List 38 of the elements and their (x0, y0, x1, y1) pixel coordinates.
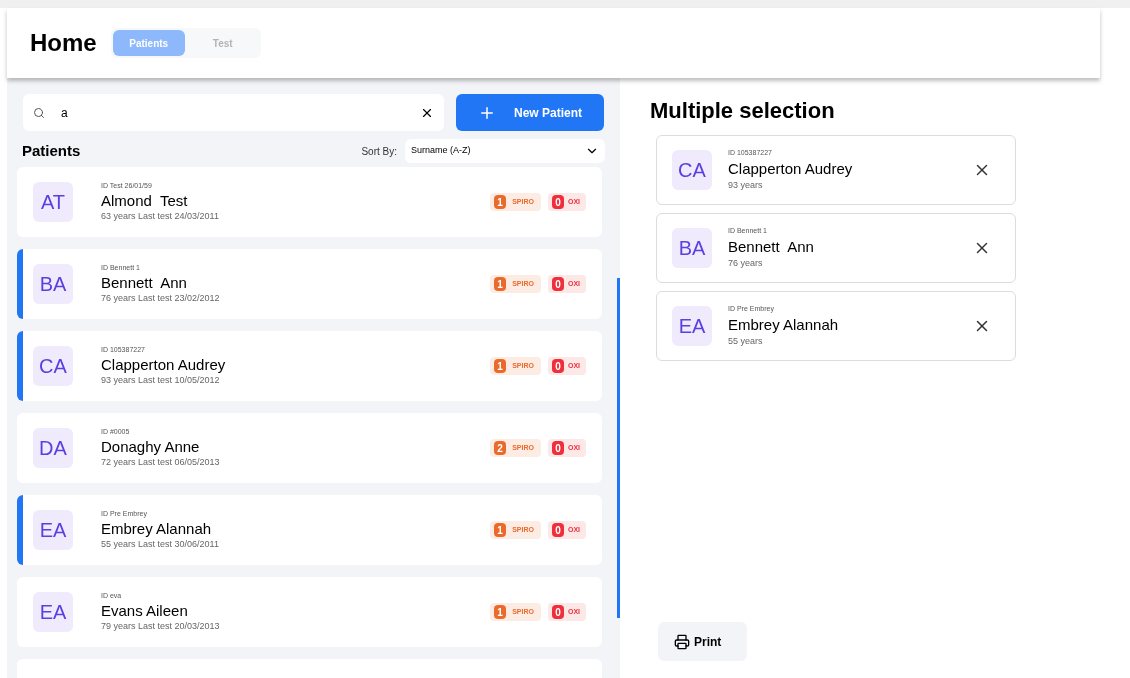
sort-label: Sort By: (361, 144, 397, 159)
printer-icon (674, 633, 690, 650)
patient-info: 63 years Last test 24/03/2011 (101, 209, 220, 223)
sort-dropdown[interactable]: Surname (A-Z) (405, 139, 605, 163)
section-title: Patients (22, 140, 82, 161)
search-icon (33, 106, 45, 119)
avatar-initials: DA (33, 428, 73, 468)
patient-name: Evans Aileen (101, 601, 189, 620)
patient-info: 93 years Last test 10/05/2012 (101, 373, 221, 387)
patient-age: 55 years (728, 334, 764, 348)
patient-age: 76 years (728, 256, 764, 270)
patient-name: Bennett Ann (728, 236, 815, 257)
patient-info: 55 years Last test 30/06/2011 (101, 537, 220, 551)
avatar-initials: CA (33, 346, 73, 386)
patient-info: 76 years Last test 23/02/2012 (101, 291, 221, 305)
patient-name: Bennett Ann (101, 273, 188, 292)
page-title: Home (30, 28, 97, 58)
avatar-initials: EA (672, 306, 712, 346)
patient-info: 79 years Last test 20/03/2013 (101, 619, 221, 633)
print-button[interactable]: Print (658, 622, 747, 661)
search-value: a (61, 104, 69, 122)
patient-name: Clapperton Audrey (728, 158, 854, 179)
avatar-initials: EA (33, 510, 73, 550)
avatar-initials: CA (672, 150, 712, 190)
patient-name: Embrey Alannah (101, 519, 213, 538)
patient-age: 93 years (728, 178, 764, 192)
search-field[interactable]: a (23, 94, 444, 131)
avatar-initials: EA (33, 592, 73, 632)
avatar-initials: BA (33, 264, 73, 304)
patient-info: 72 years Last test 06/05/2013 (101, 455, 221, 469)
new-patient-button[interactable]: New Patient (456, 94, 604, 131)
avatar-initials: BA (672, 228, 712, 268)
patient-name: Clapperton Audrey (101, 355, 227, 374)
selection-title: Multiple selection (650, 97, 836, 125)
patient-name: Donaghy Anne (101, 437, 201, 456)
patient-name: Almond Test (101, 191, 189, 210)
patient-name: Embrey Alannah (728, 314, 840, 335)
avatar-initials: AT (33, 182, 73, 222)
